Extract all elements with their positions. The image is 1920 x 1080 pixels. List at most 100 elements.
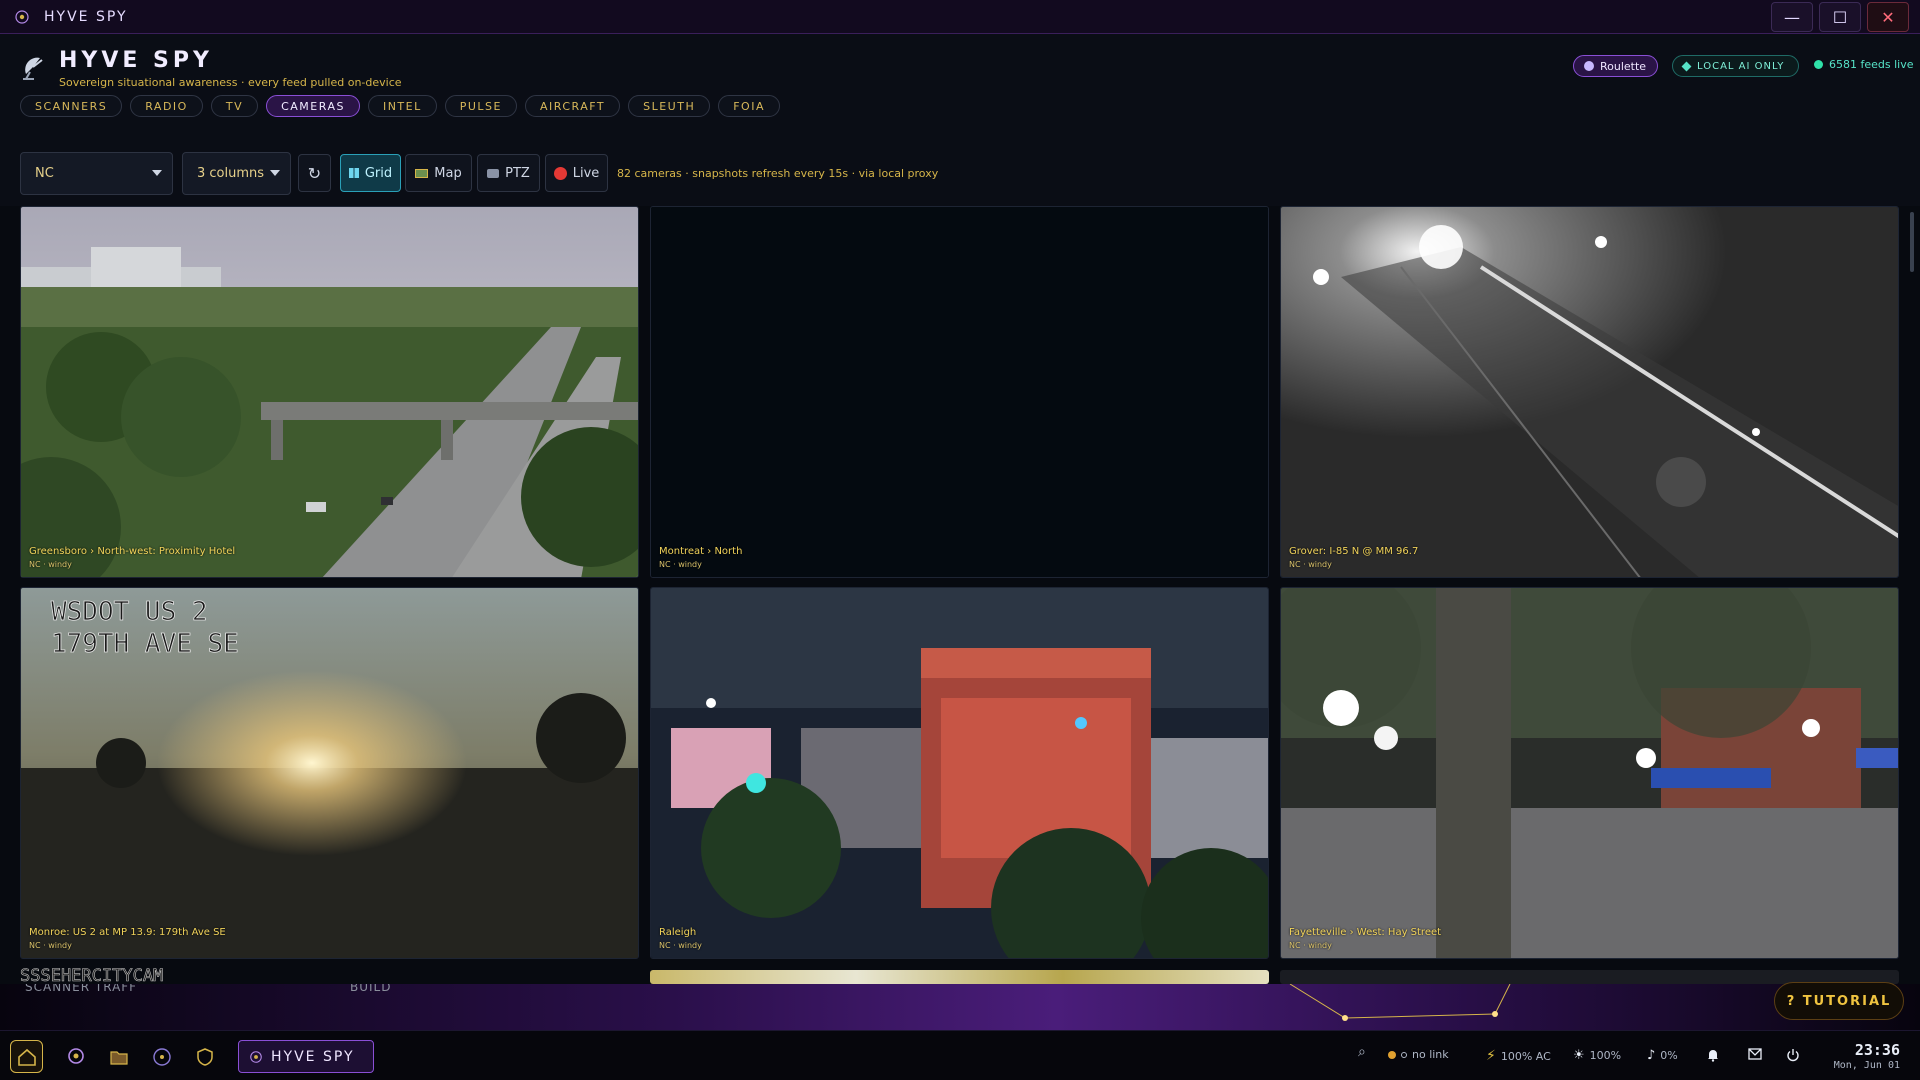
folder-icon [109,1050,128,1065]
camera-overlay-line-1: WSDOT US 2 [51,597,208,627]
camera-tile[interactable]: Grover: I-85 N @ MM 96.7 NC · windy [1280,206,1899,578]
camera-meta: NC · windy [659,560,702,569]
app-root: HYVE SPY — ☐ ✕ HYVE SPY Sovereign situat… [0,0,1920,1080]
camera-tile[interactable]: Raleigh NC · windy [650,587,1269,959]
home-icon [17,1048,36,1066]
roulette-button[interactable]: Roulette [1573,55,1658,77]
bell-icon [1708,1050,1718,1062]
grid-view-label: Grid [364,165,393,181]
app-logo-icon [15,9,29,24]
minimize-button[interactable]: — [1771,2,1813,32]
camera-snapshot [651,588,1268,958]
camera-tile[interactable]: Montreat › North NC · windy [650,206,1269,578]
diamond-icon [1681,61,1692,71]
camera-snapshot: WSDOT US 2 179TH AVE SE [21,588,638,958]
sun-icon: ☀ [1573,1048,1585,1063]
camera-tile[interactable]: WSDOT US 2 179TH AVE SE Monroe: US 2 at … [20,587,639,959]
main-nav: SCANNERS RADIO TV CAMERAS INTEL PULSE AIRCRAFT… [20,95,780,117]
search-button[interactable]: ⌕ [1358,1044,1366,1060]
shield-icon [196,1047,213,1066]
refresh-button[interactable]: ↻ [298,154,331,192]
camera-snapshot [1281,588,1898,958]
tutorial-button[interactable]: ? TUTORIAL [1774,982,1904,1020]
dice-icon [1584,61,1594,71]
camera-caption: Fayetteville › West: Hay Street [1289,927,1442,938]
camera-caption: Monroe: US 2 at MP 13.9: 179th Ave SE [29,927,226,938]
camera-meta: NC · windy [1289,941,1332,950]
scrollbar-thumb[interactable] [1910,212,1914,272]
power-status[interactable]: ⚡ 100% AC [1486,1048,1551,1064]
map-view-button[interactable]: Map [405,154,472,192]
tab-sleuth[interactable]: SLEUTH [628,95,711,117]
tab-cameras[interactable]: CAMERAS [266,95,360,117]
maximize-button[interactable]: ☐ [1819,2,1861,32]
grid-view-button[interactable]: Grid [340,154,401,192]
columns-select-value: 3 columns [197,166,265,181]
shield-button[interactable] [188,1040,221,1073]
link-status-dot-icon [1388,1050,1396,1059]
power-menu-button[interactable] [1786,1048,1800,1062]
camera-caption: Grover: I-85 N @ MM 96.7 [1289,546,1419,557]
camera-meta: NC · windy [1289,560,1332,569]
tab-radio[interactable]: RADIO [130,95,203,117]
mail-icon [1748,1048,1762,1060]
volume-label: 0% [1660,1049,1678,1062]
camera-meta: NC · windy [29,560,72,569]
camera-snapshot [651,207,1268,577]
tab-tv[interactable]: TV [210,95,259,117]
tab-foia[interactable]: FOIA [718,95,780,117]
map-icon [415,168,429,178]
brightness-control[interactable]: ☀ 100% [1573,1048,1621,1063]
live-label: Live [572,165,600,181]
roulette-label: Roulette [1600,59,1647,73]
app-header: HYVE SPY Sovereign situational awareness… [0,34,1920,126]
clock-date: Mon, Jun 01 [1833,1060,1900,1071]
region-select[interactable]: NC [20,152,173,195]
link-status[interactable]: no link [1388,1048,1449,1061]
tab-intel[interactable]: INTEL [367,95,437,117]
hive-icon [67,1047,84,1064]
tab-aircraft[interactable]: AIRCRAFT [524,95,621,117]
search-icon: ⌕ [1358,1044,1366,1060]
wallpaper-strip: SCANNER TRAFF BUILD [0,984,1920,1030]
files-button[interactable] [102,1040,135,1073]
app-logo-icon [250,1050,262,1063]
camera-caption: Raleigh [659,927,697,938]
live-button[interactable]: Live [545,154,608,192]
volume-control[interactable]: ♪ 0% [1647,1048,1678,1063]
tab-scanners[interactable]: SCANNERS [20,95,123,117]
window-title: HYVE SPY [44,8,128,25]
camera-meta: NC · windy [659,941,702,950]
tab-pulse[interactable]: PULSE [444,95,517,117]
camera-tile-partial[interactable]: SSSEHERCITYCAM [20,968,639,984]
feeds-live-status: 6581 feeds live [1814,58,1914,71]
live-dot-icon [1814,60,1823,69]
close-button[interactable]: ✕ [1867,2,1909,32]
camera-tile[interactable]: Fayetteville › West: Hay Street NC · win… [1280,587,1899,959]
map-view-label: Map [434,165,462,181]
power-label: 100% AC [1500,1049,1551,1063]
home-button[interactable] [10,1040,43,1073]
camera-snapshot [1281,207,1898,577]
brand-title: HYVE SPY [59,48,213,73]
hive-launcher-button[interactable] [59,1040,92,1073]
satellite-dish-icon [23,57,43,80]
camera-grid: Greensboro › North-west: Proximity Hotel… [0,206,1920,984]
ptz-button[interactable]: PTZ [477,154,540,192]
camera-tile[interactable]: Greensboro › North-west: Proximity Hotel… [20,206,639,578]
music-note-icon: ♪ [1647,1048,1656,1063]
notifications-button[interactable] [1706,1048,1720,1062]
grid-icon [348,168,359,178]
camera-tile-partial[interactable] [650,970,1269,984]
columns-select[interactable]: 3 columns [182,152,291,195]
messages-button[interactable] [1748,1048,1762,1060]
network-button[interactable] [145,1040,178,1073]
camera-toolbar: NC 3 columns ↻ Grid Map PTZ Live 82 came… [0,126,1920,206]
taskbar: HYVE SPY ⌕ no link ⚡ 100% AC ☀ 100% ♪ 0% [0,1030,1920,1080]
network-icon [152,1047,171,1066]
local-ai-label: LOCAL AI ONLY [1697,60,1785,72]
active-app-button[interactable]: HYVE SPY [238,1040,374,1073]
camera-caption: Greensboro › North-west: Proximity Hotel [29,546,236,557]
camera-caption: Montreat › North [659,546,743,557]
dock-label-text: SCANNER TRAFF [25,984,138,994]
